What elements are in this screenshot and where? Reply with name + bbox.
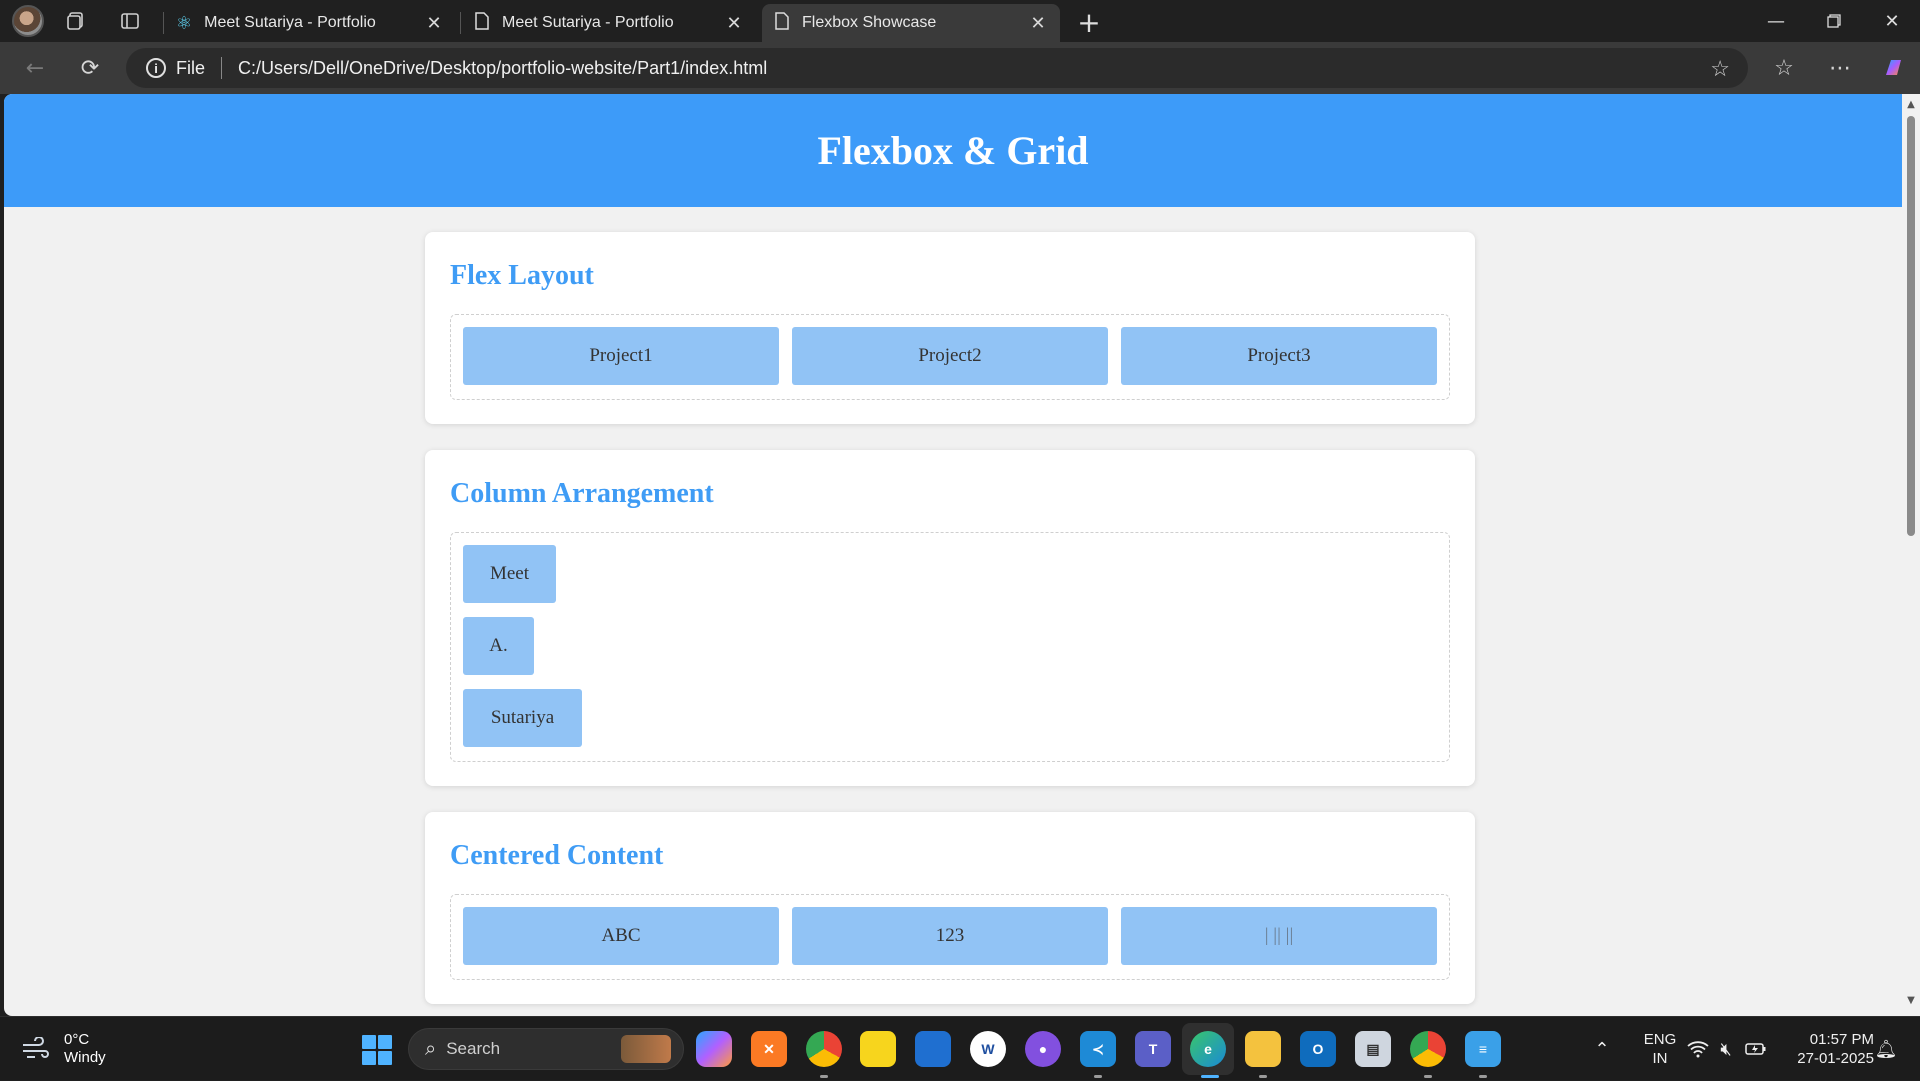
flex-item: Project2	[792, 327, 1108, 385]
weather-condition: Windy	[64, 1049, 106, 1066]
centered-item: 123	[792, 907, 1108, 965]
vscode-icon[interactable]: ≺	[1080, 1031, 1116, 1067]
scroll-down-arrow-icon[interactable]: ▼	[1906, 996, 1916, 1006]
section-column-arrangement: Column Arrangement Meet A. Sutariya	[425, 450, 1475, 786]
search-highlight-image	[621, 1035, 671, 1063]
profile-avatar[interactable]	[12, 5, 44, 37]
github-icon[interactable]: ●	[1025, 1031, 1061, 1067]
search-icon: ⌕	[425, 1037, 437, 1060]
lang-bottom: IN	[1652, 1050, 1668, 1067]
start-button[interactable]	[362, 1035, 392, 1065]
tab-bar: ⚛ Meet Sutariya - Portfolio ✕ Meet Sutar…	[0, 0, 1920, 42]
copilot-icon[interactable]	[1878, 52, 1910, 84]
column-item: A.	[463, 617, 534, 675]
notification-bell-icon[interactable]: 🔔︎	[1874, 1037, 1898, 1061]
address-bar[interactable]: i File C:/Users/Dell/OneDrive/Desktop/po…	[126, 48, 1748, 88]
store-icon[interactable]	[915, 1031, 951, 1067]
flex-item: Project3	[1121, 327, 1437, 385]
clock[interactable]: 01:57 PM 27-01-2025	[1778, 1017, 1874, 1081]
wifi-icon[interactable]	[1686, 1037, 1710, 1061]
vertical-tabs-icon[interactable]	[112, 3, 148, 39]
react-icon: ⚛	[176, 12, 193, 33]
column-item: Meet	[463, 545, 556, 603]
favorites-icon[interactable]: ☆	[1768, 52, 1800, 84]
volume-muted-icon[interactable]: 🔇︎	[1714, 1037, 1738, 1061]
file-explorer-icon[interactable]	[1245, 1031, 1281, 1067]
column-container: Meet A. Sutariya	[450, 532, 1450, 762]
tab-flexbox-showcase[interactable]: Flexbox Showcase ✕	[762, 4, 1060, 42]
db-tool-icon[interactable]: ▤	[1355, 1031, 1391, 1067]
xampp-icon[interactable]: ✕	[751, 1031, 787, 1067]
weather-temp: 0°C	[64, 1031, 90, 1048]
section-title: Column Arrangement	[450, 478, 714, 509]
section-title: Flex Layout	[450, 260, 594, 291]
close-icon[interactable]: ✕	[1028, 13, 1048, 34]
navigation-bar: ← ⟳ i File C:/Users/Dell/OneDrive/Deskto…	[0, 42, 1920, 94]
chrome-icon[interactable]	[806, 1031, 842, 1067]
centered-container: ABC 123 | || ||	[450, 894, 1450, 980]
flex-container: Project1 Project2 Project3	[450, 314, 1450, 400]
section-title: Centered Content	[450, 840, 664, 871]
word-icon[interactable]: W	[970, 1031, 1006, 1067]
taskbar-search[interactable]: ⌕ Search	[408, 1028, 684, 1070]
info-icon[interactable]: i	[146, 58, 166, 78]
search-placeholder: Search	[446, 1039, 501, 1058]
new-tab-button[interactable]: +	[1072, 5, 1106, 39]
workspaces-icon[interactable]	[58, 3, 94, 39]
weather-widget[interactable]: 0°C Windy	[20, 1031, 106, 1067]
scrollbar-thumb[interactable]	[1907, 116, 1915, 536]
centered-item: | || ||	[1121, 907, 1437, 965]
tab-portfolio-1[interactable]: ⚛ Meet Sutariya - Portfolio ✕	[164, 4, 456, 42]
taskbar: 0°C Windy ⌕ Search ✕ W ● ≺ T e O ▤ ≡ ⌃ E…	[0, 1016, 1920, 1080]
vertical-scrollbar[interactable]: ▲ ▼	[1902, 94, 1920, 1016]
close-icon[interactable]: ✕	[424, 13, 444, 34]
document-icon	[774, 11, 790, 35]
close-window-button[interactable]: ✕	[1864, 0, 1920, 42]
refresh-icon[interactable]: ⟳	[74, 52, 106, 84]
tab-title: Meet Sutariya - Portfolio	[502, 14, 674, 31]
restore-button[interactable]	[1806, 0, 1862, 42]
page-viewport: Flexbox & Grid Flex Layout Project1 Proj…	[4, 94, 1902, 1016]
url-text[interactable]: C:/Users/Dell/OneDrive/Desktop/portfolio…	[238, 58, 767, 79]
lang-top: ENG	[1643, 1031, 1677, 1048]
scroll-up-arrow-icon[interactable]: ▲	[1906, 100, 1916, 110]
flex-item: Project1	[463, 327, 779, 385]
tab-portfolio-2[interactable]: Meet Sutariya - Portfolio ✕	[462, 4, 756, 42]
document-icon	[474, 11, 490, 35]
clock-date: 27-01-2025	[1797, 1050, 1874, 1067]
outlook-icon[interactable]: O	[1300, 1031, 1336, 1067]
page-title: Flexbox & Grid	[817, 128, 1089, 173]
section-centered-content: Centered Content ABC 123 | || ||	[425, 812, 1475, 1004]
notepad-icon[interactable]: ≡	[1465, 1031, 1501, 1067]
back-icon[interactable]: ←	[19, 52, 51, 84]
tab-title: Meet Sutariya - Portfolio	[204, 14, 376, 31]
clock-time: 01:57 PM	[1809, 1031, 1874, 1048]
minimize-button[interactable]: —	[1748, 0, 1804, 42]
chevron-up-icon[interactable]: ⌃	[1590, 1037, 1614, 1061]
scheme-label: File	[176, 57, 206, 78]
battery-icon[interactable]	[1744, 1037, 1768, 1061]
page-header: Flexbox & Grid	[4, 94, 1902, 207]
teams-icon[interactable]: T	[1135, 1031, 1171, 1067]
edge-icon[interactable]: e	[1190, 1031, 1226, 1067]
wind-icon	[20, 1033, 52, 1065]
more-menu-icon[interactable]: ⋯	[1824, 52, 1856, 84]
sticky-notes-icon[interactable]	[860, 1031, 896, 1067]
favorite-star-icon[interactable]: ☆	[1710, 56, 1730, 82]
close-icon[interactable]: ✕	[724, 13, 744, 34]
section-flex-layout: Flex Layout Project1 Project2 Project3	[425, 232, 1475, 424]
copilot-icon[interactable]	[696, 1031, 732, 1067]
chrome-profile-icon[interactable]	[1410, 1031, 1446, 1067]
tab-title: Flexbox Showcase	[802, 14, 937, 31]
language-indicator[interactable]: ENG IN	[1636, 1017, 1684, 1081]
column-item: Sutariya	[463, 689, 582, 747]
centered-item: ABC	[463, 907, 779, 965]
